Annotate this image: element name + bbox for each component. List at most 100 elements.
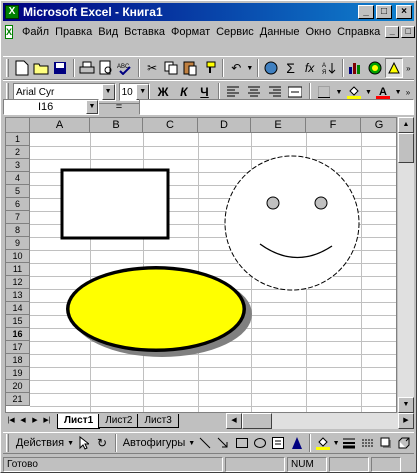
toolbar-grip[interactable] (6, 59, 9, 77)
sheet-tab-1[interactable]: Лист1 (57, 413, 101, 429)
oval-tool-icon[interactable] (251, 433, 268, 453)
line-style-icon[interactable] (341, 433, 358, 453)
chevron-down-icon[interactable]: ▼ (86, 100, 98, 114)
toolbar-separator (309, 434, 312, 452)
text-box-icon[interactable] (270, 433, 287, 453)
spelling-icon[interactable]: ABC (116, 58, 134, 78)
more-buttons-icon[interactable]: » (404, 58, 413, 78)
window-title: Microsoft Excel - Книга1 (23, 5, 163, 19)
function-wizard-icon[interactable]: fx (301, 58, 319, 78)
undo-icon[interactable]: ↶ (227, 58, 245, 78)
menu-window[interactable]: Окно (303, 26, 335, 38)
menu-help[interactable]: Справка (334, 26, 383, 38)
smiley-face-shape[interactable] (224, 155, 360, 291)
drawing-toolbar: Действия ▼ ↻ Автофигуры ▼ ▼ (3, 432, 414, 454)
free-rotate-icon[interactable]: ↻ (93, 433, 110, 453)
doc-restore-button[interactable]: □ (401, 26, 416, 38)
toolbar-separator (73, 59, 75, 77)
cut-icon[interactable]: ✂ (143, 58, 161, 78)
autosum-icon[interactable]: Σ (282, 58, 300, 78)
excel-app-icon[interactable]: X (5, 5, 19, 19)
font-size-value: 10 (121, 86, 133, 98)
undo-dropdown-icon[interactable]: ▼ (246, 58, 253, 78)
3d-icon[interactable] (396, 433, 413, 453)
rectangle-shape[interactable] (60, 168, 170, 240)
hyperlink-icon[interactable] (262, 58, 280, 78)
sheet-tab-2[interactable]: Лист2 (98, 414, 140, 428)
map-icon[interactable] (366, 58, 384, 78)
dash-style-icon[interactable] (359, 433, 376, 453)
status-bar: Готово NUM (3, 456, 414, 472)
status-blank-1 (225, 456, 285, 472)
scroll-down-button[interactable]: ▼ (398, 397, 414, 413)
sort-ascending-icon[interactable]: AЯ (320, 58, 338, 78)
menu-format[interactable]: Формат (168, 26, 213, 38)
fill-color-icon[interactable] (314, 433, 331, 453)
menu-bar: X Файл Правка Вид Вставка Формат Сервис … (3, 22, 416, 42)
name-box[interactable]: I16 ▼ (3, 99, 99, 115)
format-painter-icon[interactable] (200, 58, 218, 78)
doc-minimize-button[interactable]: _ (385, 26, 400, 38)
shadow-icon[interactable] (377, 433, 394, 453)
yellow-ellipse-shape[interactable] (68, 268, 244, 350)
print-preview-icon[interactable] (97, 58, 115, 78)
minimize-button[interactable]: _ (358, 5, 374, 19)
last-sheet-icon[interactable]: ▶| (41, 414, 53, 428)
chevron-down-icon[interactable]: ▼ (67, 433, 74, 453)
toolbar-grip[interactable] (6, 434, 9, 452)
menu-insert[interactable]: Вставка (121, 26, 168, 38)
close-button[interactable]: × (396, 5, 412, 19)
maximize-button[interactable]: □ (376, 5, 392, 19)
copy-icon[interactable] (162, 58, 180, 78)
menu-data[interactable]: Данные (257, 26, 303, 38)
svg-text:Я: Я (322, 70, 326, 75)
vertical-scrollbar[interactable]: ▲ ▼ (398, 117, 414, 413)
next-sheet-icon[interactable]: ▶ (29, 414, 41, 428)
toolbar-separator (341, 59, 344, 77)
scroll-up-button[interactable]: ▲ (398, 117, 414, 133)
first-sheet-icon[interactable]: |◀ (5, 414, 17, 428)
wordart-icon[interactable] (288, 433, 305, 453)
workbook-icon[interactable]: X (5, 25, 14, 39)
scroll-thumb[interactable] (398, 133, 414, 163)
scroll-left-button[interactable]: ◀ (226, 413, 242, 429)
drawing-toggle-icon[interactable] (384, 58, 403, 78)
drawing-layer (60, 155, 360, 357)
open-folder-icon[interactable] (32, 58, 50, 78)
scroll-right-button[interactable]: ▶ (398, 413, 414, 429)
print-icon[interactable] (78, 58, 96, 78)
toolbar-separator (222, 59, 225, 77)
title-bar: X Microsoft Excel - Книга1 _ □ × (3, 3, 414, 21)
line-icon[interactable] (196, 433, 213, 453)
arrow-icon[interactable] (215, 433, 232, 453)
formula-input[interactable] (139, 99, 414, 115)
paste-icon[interactable] (181, 58, 199, 78)
chart-wizard-icon[interactable] (347, 58, 365, 78)
equals-button[interactable]: = (99, 101, 139, 113)
prev-sheet-icon[interactable]: ◀ (17, 414, 29, 428)
save-icon[interactable] (51, 58, 69, 78)
worksheet-grid[interactable]: A B C D E F G 1 2 3 4 5 6 7 8 9 10 11 12… (5, 117, 397, 413)
rectangle-tool-icon[interactable] (233, 433, 250, 453)
actions-menu-button[interactable]: Действия (13, 437, 67, 449)
status-ready: Готово (3, 456, 223, 472)
select-objects-icon[interactable] (75, 433, 92, 453)
hscroll-thumb[interactable] (242, 413, 272, 429)
left-eye-shape (266, 196, 280, 210)
sheet-tab-3[interactable]: Лист3 (137, 414, 179, 428)
fill-dropdown-icon[interactable]: ▼ (333, 433, 340, 453)
status-blank-2 (329, 456, 369, 472)
standard-toolbar: ABC ✂ ↶ ▼ Σ fx AЯ » (3, 56, 414, 80)
horizontal-scrollbar[interactable]: ◀ ▶ (226, 413, 414, 429)
toolbar-separator (114, 434, 117, 452)
sheet-tabs-bar: |◀ ◀ ▶ ▶| Лист1 Лист2 Лист3 ◀ ▶ (5, 413, 414, 429)
chevron-down-icon[interactable]: ▼ (188, 433, 195, 453)
menu-edit[interactable]: Правка (52, 26, 95, 38)
autoshapes-menu-button[interactable]: Автофигуры (120, 437, 189, 449)
menu-view[interactable]: Вид (95, 26, 121, 38)
menu-file[interactable]: Файл (19, 26, 52, 38)
new-file-icon[interactable] (13, 58, 31, 78)
menu-tools[interactable]: Сервис (213, 26, 257, 38)
cell-reference: I16 (38, 101, 54, 113)
right-eye-shape (314, 196, 328, 210)
